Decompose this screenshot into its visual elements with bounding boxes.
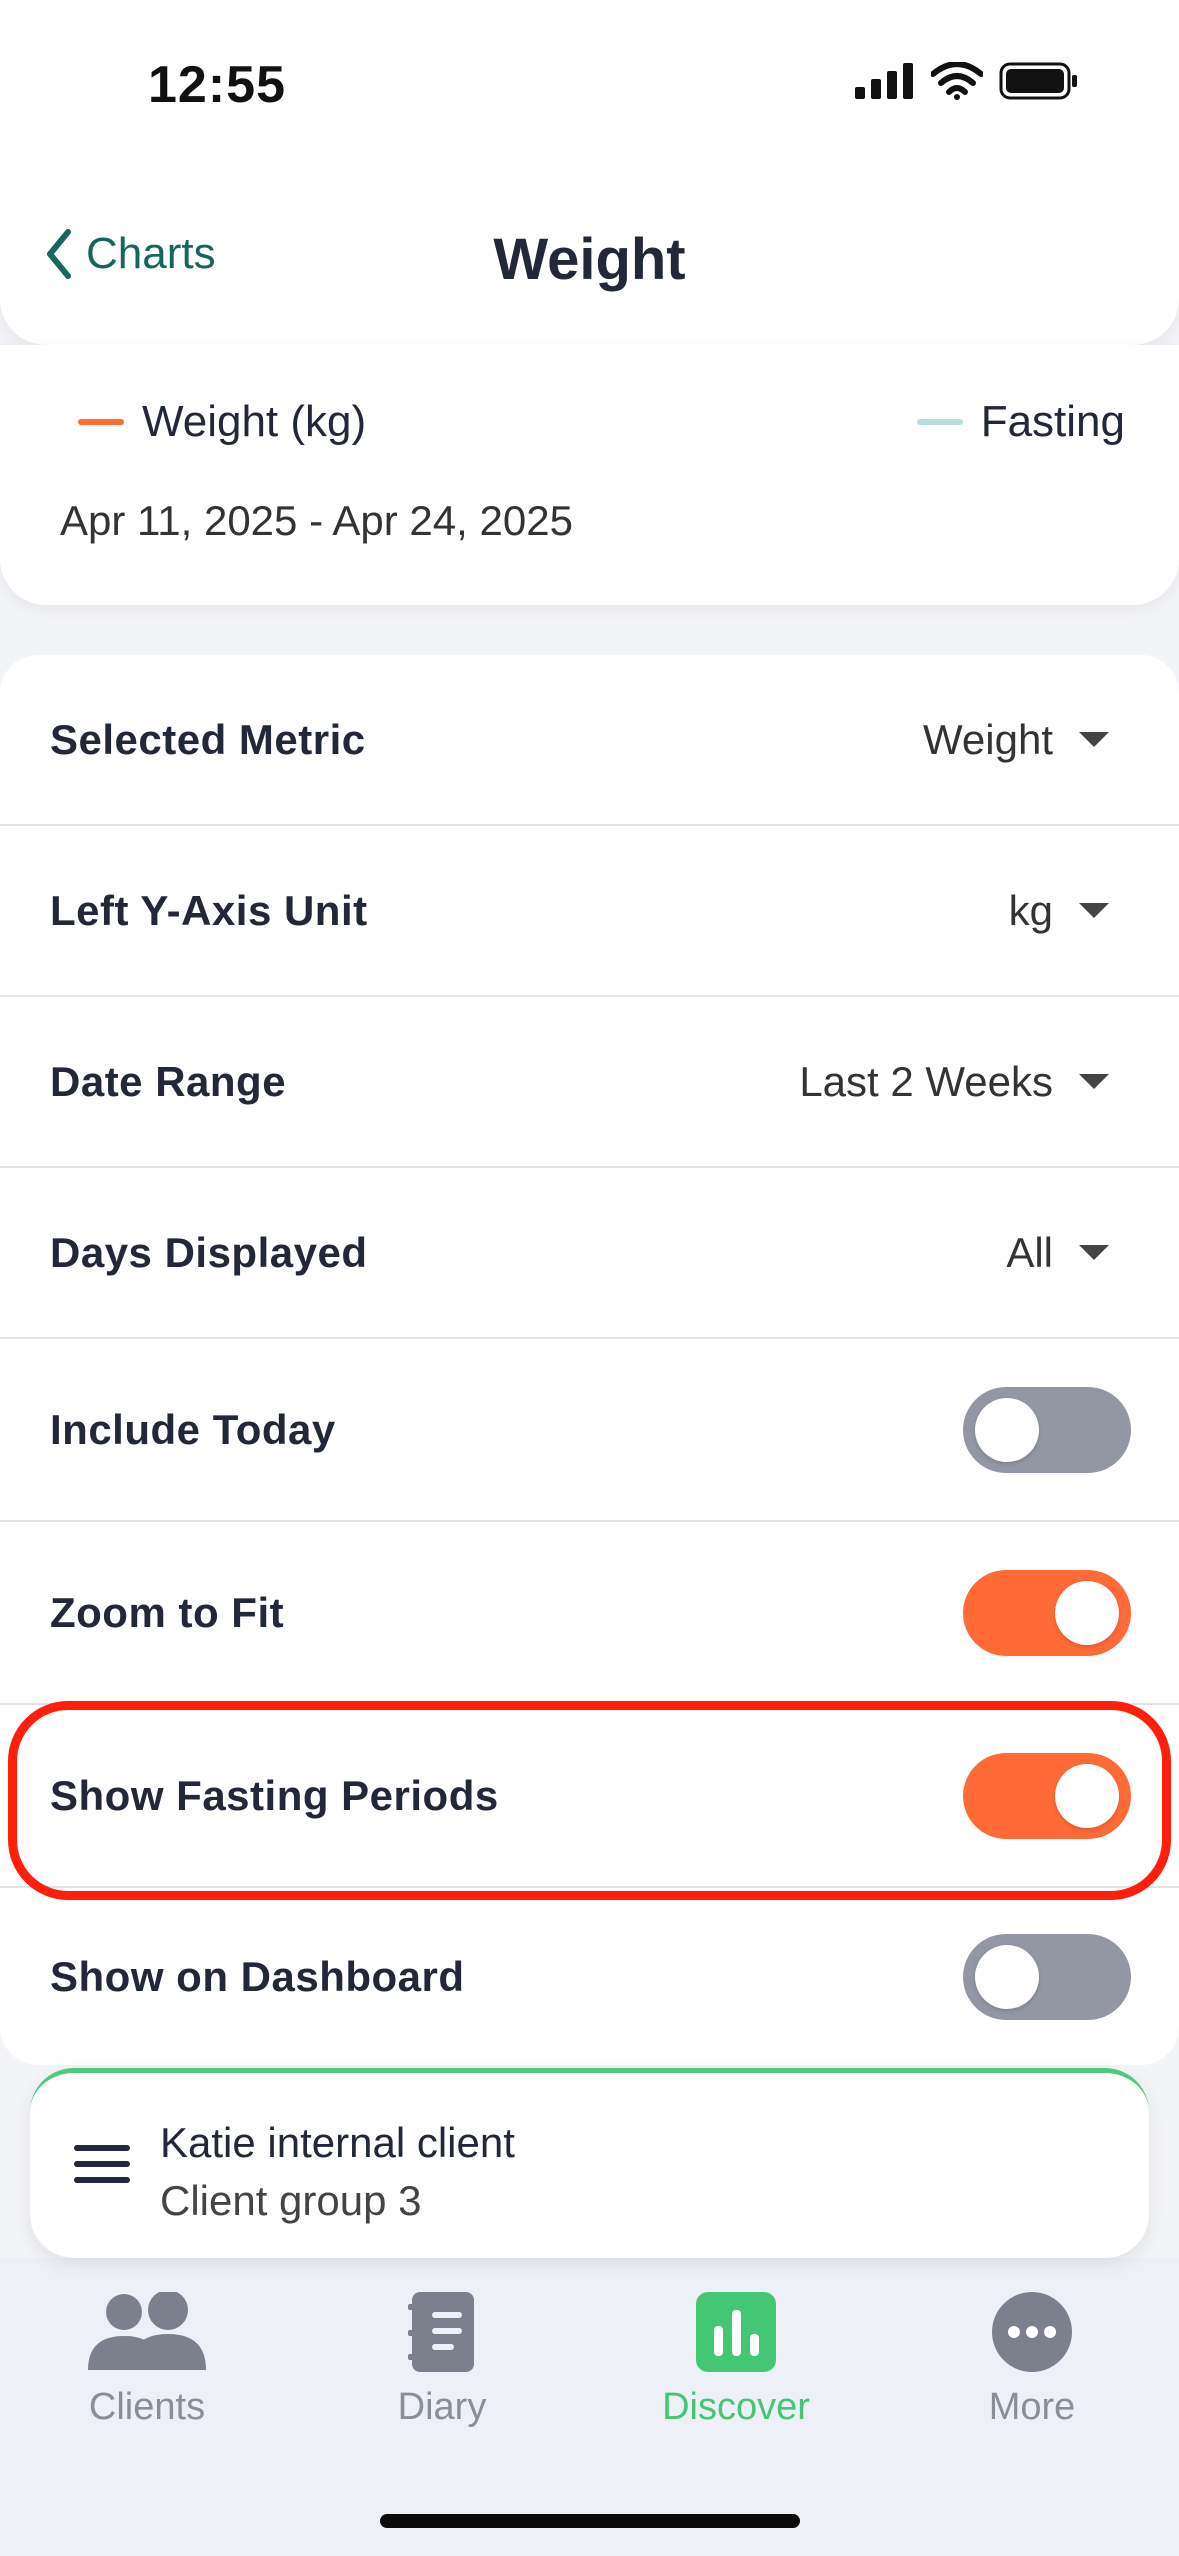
selected-metric-value: Weight — [923, 715, 1053, 763]
toggle-knob — [975, 1397, 1039, 1462]
show-on-dashboard-label: Show on Dashboard — [50, 1952, 465, 2000]
chart-date-range: Apr 11, 2025 - Apr 24, 2025 — [60, 497, 573, 544]
legend-swatch-weight — [78, 419, 124, 425]
hamburger-menu-icon[interactable] — [74, 2145, 130, 2193]
toggle-knob — [1055, 1763, 1119, 1828]
chart-legend-card: Weight (kg) Fasting Apr 11, 2025 - Apr 2… — [0, 345, 1179, 605]
battery-icon — [999, 62, 1077, 100]
show-on-dashboard-toggle[interactable] — [963, 1933, 1131, 2020]
date-range-row[interactable]: Date Range Last 2 Weeks — [0, 997, 1179, 1168]
include-today-label: Include Today — [50, 1405, 336, 1453]
zoom-to-fit-row: Zoom to Fit — [0, 1522, 1179, 1705]
tab-diary[interactable]: Diary — [322, 2286, 562, 2429]
bar-chart-icon — [696, 2286, 776, 2378]
legend-item-weight: Weight (kg) — [78, 397, 366, 447]
show-on-dashboard-row: Show on Dashboard — [0, 1888, 1179, 2065]
client-name: Katie internal client — [160, 2119, 515, 2166]
notebook-icon — [408, 2286, 476, 2378]
days-displayed-value: All — [1006, 1228, 1053, 1276]
tab-more-label: More — [988, 2386, 1076, 2428]
toggle-knob — [975, 1944, 1039, 2009]
tab-clients-label: Clients — [88, 2386, 206, 2428]
show-fasting-periods-label: Show Fasting Periods — [50, 1771, 499, 1819]
legend-item-fasting: Fasting — [916, 397, 1125, 447]
current-client-bar[interactable]: Katie internal client Client group 3 — [30, 2068, 1149, 2258]
left-y-axis-unit-dropdown[interactable]: kg — [1009, 887, 1131, 935]
status-icons — [855, 62, 1079, 100]
tab-diary-label: Diary — [397, 2386, 487, 2428]
days-displayed-dropdown[interactable]: All — [1006, 1229, 1131, 1277]
zoom-to-fit-toggle[interactable] — [963, 1569, 1131, 1656]
tab-discover-label: Discover — [662, 2386, 810, 2428]
legend-label-weight: Weight (kg) — [142, 397, 367, 446]
legend-swatch-fasting — [916, 419, 963, 425]
selected-metric-label: Selected Metric — [50, 715, 366, 763]
caret-down-icon — [1079, 1245, 1109, 1260]
status-time: 12:55 — [148, 56, 286, 114]
chart-settings-card: Selected Metric Weight Left Y-Axis Unit … — [0, 655, 1179, 2065]
days-displayed-row[interactable]: Days Displayed All — [0, 1168, 1179, 1339]
wifi-icon — [931, 62, 983, 100]
tab-clients[interactable]: Clients — [27, 2286, 267, 2429]
caret-down-icon — [1079, 1074, 1109, 1089]
people-icon — [84, 2286, 210, 2378]
show-fasting-periods-toggle[interactable] — [963, 1752, 1131, 1839]
selected-metric-dropdown[interactable]: Weight — [923, 716, 1131, 764]
client-group: Client group 3 — [160, 2177, 422, 2224]
page-title: Weight — [493, 227, 686, 292]
tab-more[interactable]: More — [912, 2286, 1152, 2429]
header-bar: 12:55 Charts Weight — [0, 0, 1179, 345]
include-today-row: Include Today — [0, 1339, 1179, 1522]
zoom-to-fit-label: Zoom to Fit — [50, 1588, 285, 1636]
show-fasting-periods-row: Show Fasting Periods — [0, 1705, 1179, 1888]
toggle-knob — [1055, 1580, 1119, 1645]
left-y-axis-unit-value: kg — [1008, 886, 1053, 934]
more-dots-icon — [992, 2286, 1072, 2378]
tab-discover[interactable]: Discover — [616, 2286, 856, 2429]
left-y-axis-unit-label: Left Y-Axis Unit — [50, 886, 368, 934]
cellular-signal-icon — [855, 63, 913, 99]
caret-down-icon — [1079, 903, 1109, 918]
home-indicator[interactable] — [380, 2514, 800, 2528]
date-range-dropdown[interactable]: Last 2 Weeks — [799, 1058, 1131, 1106]
date-range-label: Date Range — [50, 1057, 287, 1105]
days-displayed-label: Days Displayed — [50, 1228, 368, 1276]
legend-label-fasting: Fasting — [980, 397, 1125, 446]
left-y-axis-unit-row[interactable]: Left Y-Axis Unit kg — [0, 826, 1179, 997]
selected-metric-row[interactable]: Selected Metric Weight — [0, 655, 1179, 826]
bottom-tab-bar: Clients Diary Discover More — [0, 2258, 1179, 2556]
caret-down-icon — [1079, 732, 1109, 747]
date-range-value: Last 2 Weeks — [799, 1057, 1053, 1105]
include-today-toggle[interactable] — [963, 1386, 1131, 1473]
